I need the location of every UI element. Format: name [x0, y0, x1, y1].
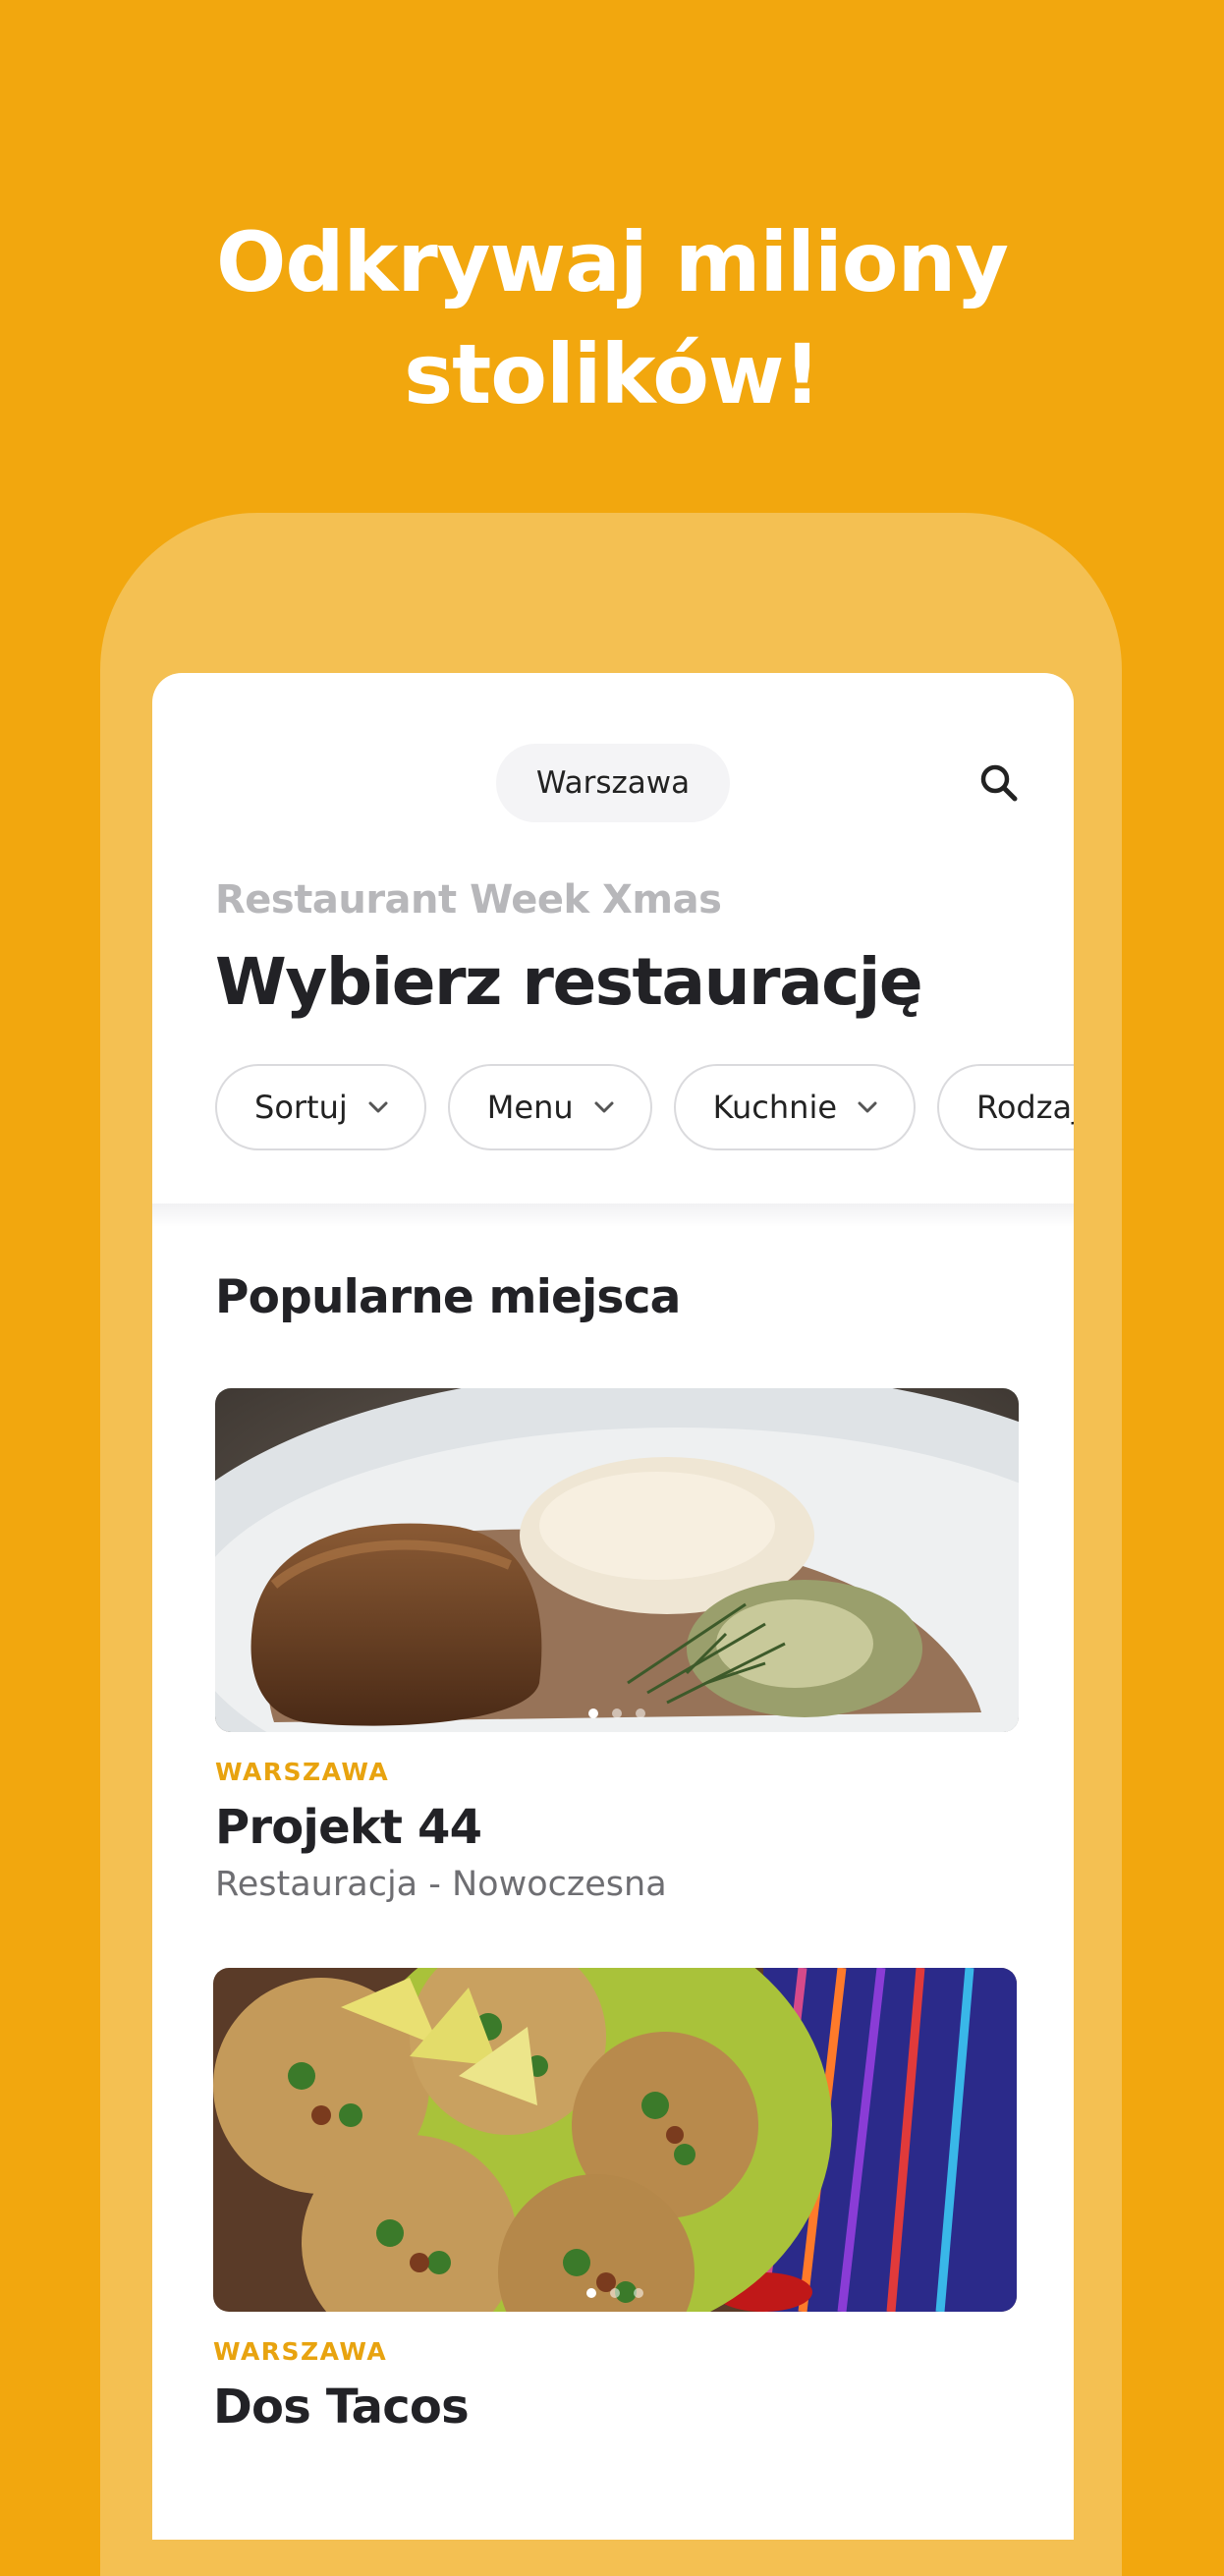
top-bar: Warszawa [152, 673, 1074, 899]
search-button[interactable] [975, 759, 1023, 807]
section-title: Popularne miejsca [215, 1270, 681, 1324]
page-title: Wybierz restaurację [215, 944, 923, 1020]
chevron-down-icon [594, 1101, 614, 1113]
restaurant-name[interactable]: Dos Tacos [213, 2380, 1017, 2435]
restaurant-name[interactable]: Projekt 44 [215, 1800, 1019, 1855]
filter-type[interactable]: Rodzaj [937, 1064, 1074, 1150]
event-name: Restaurant Week Xmas [215, 877, 722, 923]
filter-label: Rodzaj [976, 1089, 1074, 1126]
food-photo-tacos [213, 1968, 1017, 2312]
filter-label: Kuchnie [712, 1089, 838, 1126]
photo-pagination [213, 2288, 1017, 2298]
pagination-dot[interactable] [610, 2288, 620, 2298]
food-photo-meat-dish [215, 1388, 1019, 1732]
pagination-dot[interactable] [586, 2288, 596, 2298]
filter-label: Sortuj [254, 1089, 348, 1126]
chevron-down-icon [858, 1101, 877, 1113]
app-screen: Warszawa Restaurant Week Xmas Wybierz re… [152, 673, 1074, 2540]
filter-sort[interactable]: Sortuj [215, 1064, 426, 1150]
chevron-down-icon [368, 1101, 388, 1113]
headline-line-2: stolików! [404, 326, 821, 422]
pagination-dot[interactable] [588, 1708, 598, 1718]
location-selector[interactable]: Warszawa [496, 744, 730, 822]
restaurant-city: WARSZAWA [215, 1758, 390, 1786]
restaurant-type: Restauracja - Nowoczesna [215, 1865, 667, 1904]
restaurant-card[interactable]: WARSZAWA Dos Tacos [213, 1968, 1017, 2435]
filter-bar: Sortuj Menu Kuchnie Rodzaj [215, 1064, 1074, 1154]
photo-pagination [215, 1708, 1019, 1718]
filter-menu[interactable]: Menu [447, 1064, 652, 1150]
restaurant-card[interactable]: WARSZAWA Projekt 44 Restauracja - Nowocz… [215, 1388, 1019, 1904]
filter-cuisines[interactable]: Kuchnie [673, 1064, 917, 1150]
headline-line-1: Odkrywaj miliony [215, 214, 1009, 310]
restaurant-city: WARSZAWA [213, 2337, 388, 2366]
pagination-dot[interactable] [634, 2288, 643, 2298]
pagination-dot[interactable] [612, 1708, 622, 1718]
restaurant-photo[interactable] [213, 1968, 1017, 2312]
pagination-dot[interactable] [636, 1708, 645, 1718]
filter-label: Menu [486, 1089, 574, 1126]
header-shadow [152, 1204, 1074, 1227]
search-icon [980, 764, 1018, 802]
promo-headline: Odkrywaj miliony stolików! [0, 206, 1224, 430]
restaurant-photo[interactable] [215, 1388, 1019, 1732]
